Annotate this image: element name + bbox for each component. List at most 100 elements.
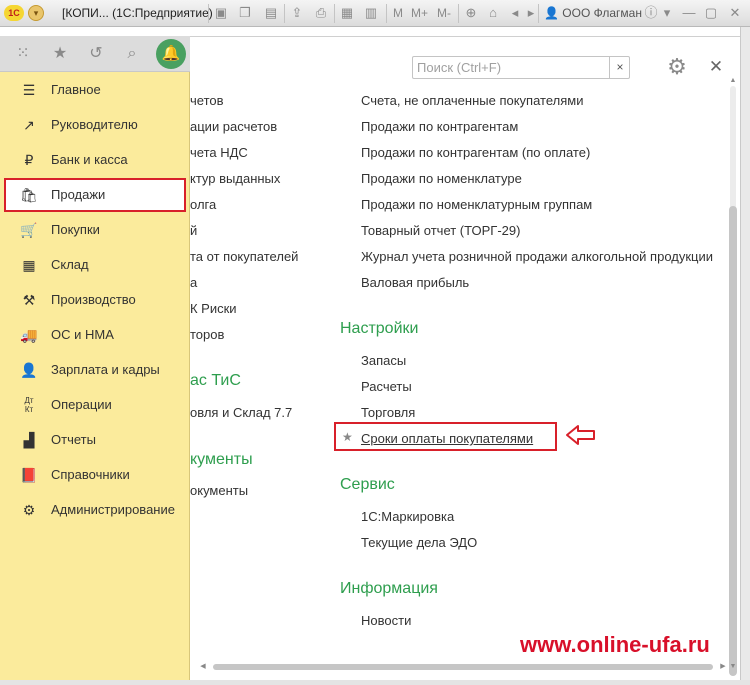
memory-plus-button[interactable]: M+ bbox=[411, 6, 428, 20]
ruble-coin-icon: ₽ bbox=[24, 152, 34, 168]
report-link[interactable]: Продажи по контрагентам bbox=[361, 119, 518, 134]
sections-panel: ⁙ ★ ↺ ⌕ 🔔 ☰ Главное ↗ Руководителю ₽ Бан… bbox=[0, 36, 190, 680]
memory-m-button[interactable]: M bbox=[393, 6, 403, 20]
nav-item-admin[interactable]: ⚙ Администрирование bbox=[4, 493, 186, 527]
settings-gear-icon[interactable]: ⚙ bbox=[664, 54, 690, 80]
nav-item-operations[interactable]: Дт Кт Операции bbox=[4, 388, 186, 422]
left-link[interactable]: чета НДС bbox=[190, 145, 248, 160]
maximize-icon[interactable]: ▢ bbox=[702, 4, 720, 22]
calendar-icon[interactable]: ▥ bbox=[362, 4, 380, 22]
nav-item-fixed-assets[interactable]: 🚚 ОС и НМА bbox=[4, 318, 186, 352]
service-link[interactable]: 1С:Маркировка bbox=[361, 509, 454, 524]
report-link[interactable]: Продажи по номенклатурным группам bbox=[361, 197, 592, 212]
minimize-icon[interactable]: — bbox=[680, 4, 698, 22]
section-content: × ⚙ ✕ четов ации расчетов чета НДС ктур … bbox=[190, 36, 740, 680]
factory-icon: ⚒ bbox=[22, 292, 36, 308]
payment-terms-link[interactable]: Сроки оплаты покупателями bbox=[361, 431, 533, 446]
save-icon[interactable]: ▣ bbox=[212, 4, 230, 22]
print-preview-icon[interactable]: ⎙ bbox=[312, 4, 330, 22]
truck-icon: 🚚 bbox=[20, 327, 38, 343]
memory-minus-button[interactable]: M- bbox=[437, 6, 451, 20]
scroll-right-icon[interactable]: ▶ bbox=[718, 662, 728, 672]
scroll-left-icon[interactable]: ◀ bbox=[198, 662, 208, 672]
toolbar-divider bbox=[284, 4, 285, 23]
print-icon[interactable]: ▤ bbox=[262, 4, 280, 22]
favorites-star-icon[interactable]: ★ bbox=[49, 43, 71, 65]
home-icon[interactable]: ⌂ bbox=[484, 4, 502, 22]
nav-item-reports[interactable]: ▟ Отчеты bbox=[4, 423, 186, 457]
nav-item-label: Отчеты bbox=[51, 432, 96, 447]
left-link[interactable]: овля и Склад 7.7 bbox=[190, 405, 292, 420]
watermark-text: www.online-ufa.ru bbox=[520, 632, 710, 657]
report-link[interactable]: Счета, не оплаченные покупателями bbox=[361, 93, 583, 108]
nav-item-warehouse[interactable]: ▦ Склад bbox=[4, 248, 186, 282]
left-link[interactable]: й bbox=[190, 223, 197, 238]
panel-toolbar: ⁙ ★ ↺ ⌕ 🔔 bbox=[0, 36, 190, 72]
toolbar-divider bbox=[208, 4, 209, 23]
close-icon[interactable]: ✕ bbox=[706, 56, 726, 78]
zoom-in-icon[interactable]: ⊕ bbox=[462, 4, 480, 22]
left-link[interactable]: ктур выданных bbox=[190, 171, 280, 186]
nav-item-purchases[interactable]: 🛒 Покупки bbox=[4, 213, 186, 247]
nav-item-label: Руководителю bbox=[51, 117, 138, 132]
search-icon[interactable]: ⌕ bbox=[121, 43, 143, 65]
report-link[interactable]: Продажи по номенклатуре bbox=[361, 171, 522, 186]
nav-item-production[interactable]: ⚒ Производство bbox=[4, 283, 186, 317]
left-link[interactable]: окументы bbox=[190, 483, 248, 498]
nav-item-sales[interactable]: 🛍 Продажи bbox=[4, 178, 186, 212]
settings-link[interactable]: Запасы bbox=[361, 353, 406, 368]
close-window-icon[interactable]: ✕ bbox=[726, 4, 744, 22]
window-title: [КОПИ... (1С:Предприятие) bbox=[62, 6, 213, 20]
service-link[interactable]: Текущие дела ЭДО bbox=[361, 535, 477, 550]
person-icon: 👤 bbox=[20, 362, 38, 378]
settings-link[interactable]: Расчеты bbox=[361, 379, 412, 394]
horizontal-scrollbar[interactable]: ◀ ▶ bbox=[198, 662, 728, 672]
settings-link[interactable]: Торговля bbox=[361, 405, 415, 420]
left-link[interactable]: торов bbox=[190, 327, 224, 342]
nav-item-salary[interactable]: 👤 Зарплата и кадры bbox=[4, 353, 186, 387]
left-link[interactable]: а bbox=[190, 275, 197, 290]
nav-item-label: Продажи bbox=[51, 187, 106, 202]
nav-item-bank[interactable]: ₽ Банк и касса bbox=[4, 143, 186, 177]
left-link[interactable]: та от покупателей bbox=[190, 249, 298, 264]
history-icon[interactable]: ↺ bbox=[85, 43, 107, 65]
favorite-star-icon[interactable]: ★ bbox=[342, 430, 353, 444]
report-link[interactable]: Товарный отчет (ТОРГ-29) bbox=[361, 223, 520, 238]
left-link[interactable]: четов bbox=[190, 93, 224, 108]
left-section-title: кументы bbox=[190, 451, 253, 468]
bell-icon[interactable]: 🔔 bbox=[156, 39, 186, 69]
left-link[interactable]: К Риски bbox=[190, 301, 237, 316]
scroll-thumb[interactable] bbox=[729, 206, 737, 676]
info-section-title: Информация bbox=[340, 580, 438, 597]
nav-item-label: Операции bbox=[51, 397, 112, 412]
vertical-scrollbar[interactable]: ▲ ▼ bbox=[727, 76, 738, 676]
copy-icon[interactable]: ❐ bbox=[236, 4, 254, 22]
report-link[interactable]: Журнал учета розничной продажи алкогольн… bbox=[361, 249, 713, 264]
toolbar-divider bbox=[334, 4, 335, 23]
nav-item-label: ОС и НМА bbox=[51, 327, 114, 342]
scroll-up-icon[interactable]: ▲ bbox=[728, 76, 738, 86]
apps-grid-icon[interactable]: ⁙ bbox=[12, 43, 34, 65]
calculator-icon[interactable]: ▦ bbox=[338, 4, 356, 22]
main-menu-icon[interactable]: ▾ bbox=[28, 5, 44, 21]
search-input[interactable] bbox=[413, 57, 606, 78]
nav-item-main[interactable]: ☰ Главное bbox=[4, 73, 186, 107]
toolbar-divider bbox=[458, 4, 459, 23]
shopping-bag-icon: 🛍 bbox=[20, 187, 38, 203]
nav-item-catalogs[interactable]: 📕 Справочники bbox=[4, 458, 186, 492]
search-box[interactable]: × bbox=[412, 56, 630, 79]
left-link[interactable]: олга bbox=[190, 197, 216, 212]
scroll-thumb[interactable] bbox=[213, 664, 713, 670]
trend-up-icon: ↗ bbox=[23, 117, 35, 133]
scroll-down-icon[interactable]: ▼ bbox=[728, 662, 738, 672]
clear-search-button[interactable]: × bbox=[609, 57, 630, 78]
left-link[interactable]: ации расчетов bbox=[190, 119, 277, 134]
nav-item-label: Главное bbox=[51, 82, 101, 97]
export-icon[interactable]: ⇪ bbox=[288, 4, 306, 22]
nav-item-manager[interactable]: ↗ Руководителю bbox=[4, 108, 186, 142]
dropdown-icon[interactable]: ▾ bbox=[658, 4, 676, 22]
info-link[interactable]: Новости bbox=[361, 613, 411, 628]
company-name[interactable]: 👤 ООО Флагман bbox=[544, 6, 642, 20]
report-link[interactable]: Продажи по контрагентам (по оплате) bbox=[361, 145, 590, 160]
report-link[interactable]: Валовая прибыль bbox=[361, 275, 469, 290]
